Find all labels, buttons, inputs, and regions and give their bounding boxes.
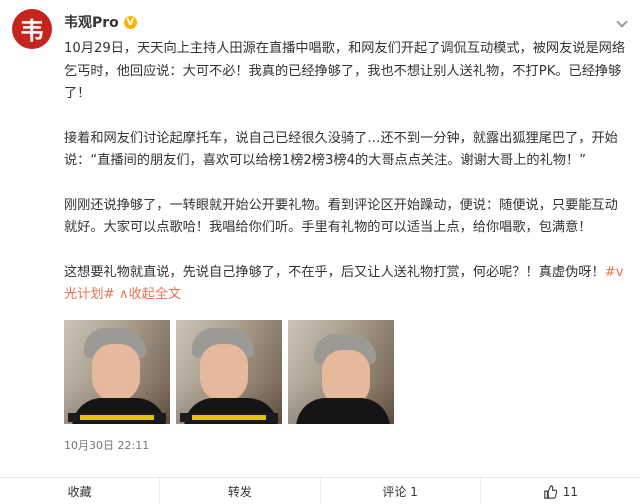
collapse-link[interactable]: 收起全文 — [128, 287, 181, 302]
favorite-button[interactable]: 收藏 — [0, 478, 161, 504]
photo-thumbnail-1[interactable] — [64, 320, 170, 424]
verified-badge-icon: V — [122, 14, 138, 30]
post-timestamp: 10月30日 22:11 — [64, 439, 150, 452]
favorite-label: 收藏 — [67, 485, 92, 499]
comment-label: 评论 1 — [382, 485, 418, 499]
like-count: 11 — [562, 484, 579, 499]
action-bar: 收藏 转发 评论 1 11 — [0, 477, 640, 504]
post-paragraph-4: 这想要礼物就直说，先说自己挣够了，不在乎，后又让人送礼物打赏，何必呢？！真虚伪呀… — [64, 262, 628, 307]
author-header: 韦观Pro V — [64, 12, 138, 32]
post-paragraph-2: 接着和网友们讨论起摩托车，说自己已经很久没骑了…还不到一分钟，就露出狐狸尾巴了，… — [64, 130, 618, 169]
chevron-down-icon[interactable] — [616, 16, 628, 28]
author-name[interactable]: 韦观Pro — [64, 12, 119, 32]
comment-button[interactable]: 评论 1 — [321, 478, 481, 504]
thumbs-up-icon — [543, 484, 557, 499]
photo-thumbnail-3[interactable] — [288, 320, 394, 424]
avatar-glyph: 韦 — [20, 15, 44, 45]
avatar[interactable]: 韦 — [12, 9, 52, 49]
post-text: 10月29日，天天向上主持人田源在直播中唱歌，和网友们开起了调侃互动模式，被网友… — [64, 38, 628, 307]
post-paragraph-3: 刚刚还说挣够了，一转眼就开始公开要礼物。看到评论区开始躁动，便说：随便说，只要能… — [64, 197, 618, 236]
photo-grid — [64, 320, 394, 424]
photo-thumbnail-2[interactable] — [176, 320, 282, 424]
post-paragraph-1: 10月29日，天天向上主持人田源在直播中唱歌，和网友们开起了调侃互动模式，被网友… — [64, 41, 626, 101]
repost-button[interactable]: 转发 — [160, 478, 321, 504]
like-button[interactable]: 11 — [481, 478, 640, 504]
post-paragraph-4-text: 这想要礼物就直说，先说自己挣够了，不在乎，后又让人送礼物打赏，何必呢？！真虚伪呀… — [64, 264, 605, 280]
repost-label: 转发 — [227, 485, 252, 499]
